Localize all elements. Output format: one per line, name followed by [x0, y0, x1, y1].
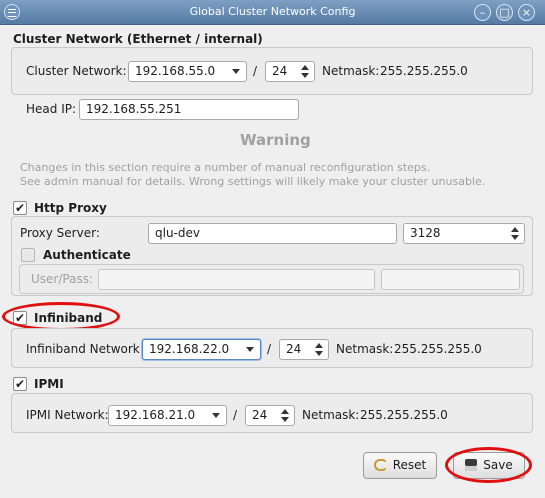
- infiniband-prefix-spinbox[interactable]: 24: [279, 339, 329, 360]
- warning-title: Warning: [240, 131, 311, 149]
- cluster-network-group: Cluster Network: 192.168.55.0 / 24 Netma…: [11, 47, 533, 95]
- cluster-network-value: 192.168.55.0: [135, 64, 216, 78]
- cluster-network-select[interactable]: 192.168.55.0: [128, 61, 247, 82]
- spin-down-icon[interactable]: [315, 351, 323, 356]
- spin-up-icon[interactable]: [315, 343, 323, 348]
- spin-down-icon[interactable]: [511, 235, 519, 240]
- http-proxy-checkbox[interactable]: ✔: [13, 201, 27, 215]
- infiniband-prefix-value: 24: [286, 342, 302, 356]
- slash-separator: /: [267, 342, 272, 356]
- slash-separator: /: [233, 408, 238, 422]
- annotation-circle-infiniband: [2, 302, 120, 331]
- proxy-server-label: Proxy Server:: [20, 226, 100, 240]
- username-input[interactable]: [98, 269, 375, 290]
- infiniband-network-value: 192.168.22.0: [149, 342, 230, 356]
- title-bar: Global Cluster Network Config – □ ×: [0, 0, 545, 25]
- ipmi-network-select[interactable]: 192.168.21.0: [108, 405, 227, 426]
- password-input[interactable]: [381, 269, 520, 290]
- ipmi-prefix-spinbox[interactable]: 24: [245, 405, 295, 426]
- ipmi-netmask-value: 255.255.255.0: [360, 408, 448, 422]
- slash-separator: /: [253, 64, 258, 78]
- ipmi-prefix-value: 24: [252, 408, 268, 422]
- proxy-server-input[interactable]: qlu-dev: [148, 223, 397, 244]
- cluster-prefix-value: 24: [272, 64, 288, 78]
- cluster-netmask-value: 255.255.255.0: [380, 64, 468, 78]
- spin-down-icon[interactable]: [281, 417, 289, 422]
- warning-line-1: Changes in this section require a number…: [20, 161, 431, 174]
- reset-button-label: Reset: [392, 458, 427, 472]
- ipmi-label: IPMI: [34, 377, 64, 391]
- ipmi-group: IPMI Network: 192.168.21.0 / 24 Netmask:…: [11, 393, 533, 433]
- cluster-network-label: Cluster Network:: [26, 64, 127, 78]
- annotation-circle-save: [445, 447, 532, 483]
- infiniband-netmask-value: 255.255.255.0: [394, 342, 482, 356]
- maximize-icon[interactable]: □: [496, 4, 513, 21]
- cluster-network-title: Cluster Network (Ethernet / internal): [13, 32, 263, 46]
- proxy-port-value: 3128: [410, 226, 441, 240]
- proxy-port-spinbox[interactable]: 3128: [403, 223, 525, 244]
- ipmi-netmask-label: Netmask:: [302, 408, 360, 422]
- cluster-netmask-label: Netmask:: [322, 64, 380, 78]
- authenticate-checkbox[interactable]: [21, 248, 35, 262]
- ipmi-network-value: 192.168.21.0: [115, 408, 196, 422]
- spin-up-icon[interactable]: [511, 227, 519, 232]
- window-title: Global Cluster Network Config: [189, 5, 356, 18]
- close-icon[interactable]: ×: [518, 4, 535, 21]
- spin-up-icon[interactable]: [281, 409, 289, 414]
- spin-down-icon[interactable]: [301, 73, 309, 78]
- userpass-label: User/Pass:: [31, 272, 93, 286]
- infiniband-network-label: Infiniband Network:: [26, 342, 144, 356]
- ipmi-network-label: IPMI Network:: [26, 408, 109, 422]
- warning-line-2: See admin manual for details. Wrong sett…: [20, 175, 486, 188]
- ipmi-checkbox[interactable]: ✔: [13, 377, 27, 391]
- chevron-down-icon: [246, 347, 254, 352]
- head-ip-label: Head IP:: [26, 102, 77, 116]
- undo-icon: [373, 459, 388, 471]
- http-proxy-group: Proxy Server: qlu-dev 3128 Authenticate …: [11, 216, 533, 296]
- cluster-prefix-spinbox[interactable]: 24: [265, 61, 315, 82]
- authenticate-group: User/Pass:: [19, 264, 524, 294]
- infiniband-network-select[interactable]: 192.168.22.0: [142, 339, 261, 360]
- http-proxy-label: Http Proxy: [34, 201, 107, 215]
- reset-button[interactable]: Reset: [363, 452, 437, 479]
- authenticate-label: Authenticate: [43, 248, 131, 262]
- infiniband-netmask-label: Netmask:: [336, 342, 394, 356]
- infiniband-group: Infiniband Network: 192.168.22.0 / 24 Ne…: [11, 328, 533, 368]
- chevron-down-icon: [232, 69, 240, 74]
- head-ip-input[interactable]: 192.168.55.251: [79, 99, 299, 120]
- minimize-icon[interactable]: –: [474, 4, 491, 21]
- spin-up-icon[interactable]: [301, 65, 309, 70]
- chevron-down-icon: [212, 413, 220, 418]
